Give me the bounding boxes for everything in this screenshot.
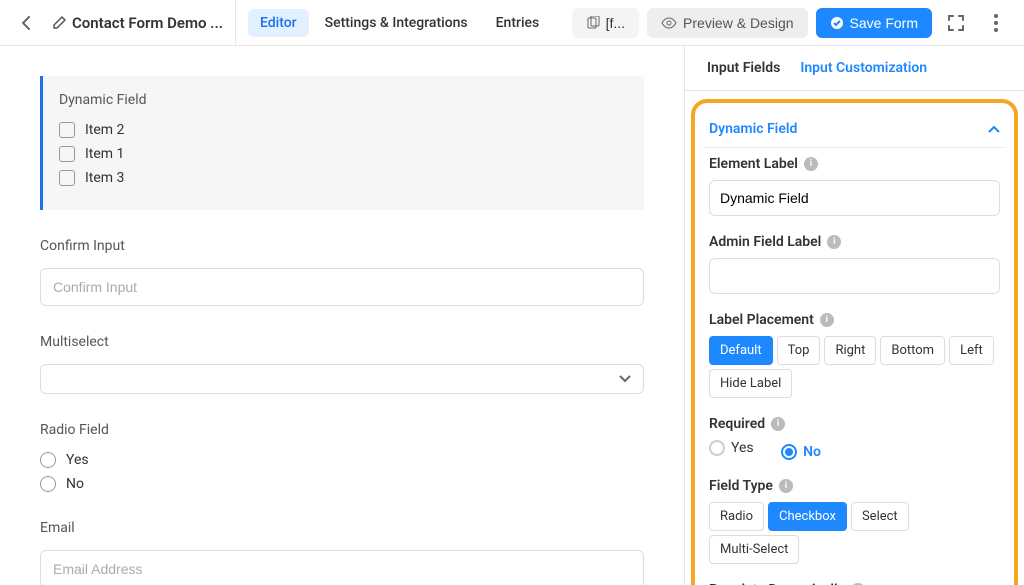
radio-option[interactable]: No bbox=[40, 476, 644, 492]
fieldtype-multiselect[interactable]: Multi-Select bbox=[709, 535, 799, 564]
placement-default[interactable]: Default bbox=[709, 336, 773, 365]
panel-title: Dynamic Field bbox=[709, 121, 797, 137]
tab-input-fields[interactable]: Input Fields bbox=[697, 46, 790, 90]
text-input[interactable] bbox=[40, 268, 644, 306]
setting-label: Field Type bbox=[709, 478, 773, 494]
expand-button[interactable] bbox=[940, 7, 972, 39]
preview-button[interactable]: Preview & Design bbox=[647, 8, 808, 38]
back-button[interactable] bbox=[12, 9, 40, 37]
more-vertical-icon bbox=[994, 14, 998, 32]
required-yes[interactable]: Yes bbox=[709, 440, 754, 456]
field-label: Confirm Input bbox=[40, 238, 644, 254]
panel-header[interactable]: Dynamic Field bbox=[703, 111, 1006, 147]
setting-label: Label Placement bbox=[709, 312, 814, 328]
fieldtype-checkbox[interactable]: Checkbox bbox=[768, 502, 847, 531]
tab-settings[interactable]: Settings & Integrations bbox=[313, 9, 480, 37]
field-multiselect[interactable]: Multiselect bbox=[40, 334, 644, 394]
email-input[interactable] bbox=[40, 550, 644, 585]
copy-icon bbox=[586, 16, 600, 30]
form-canvas: Dynamic Field Item 2 Item 1 Item 3 Confi… bbox=[0, 46, 684, 585]
form-title-wrap: Contact Form Demo ... bbox=[40, 0, 236, 46]
more-button[interactable] bbox=[980, 7, 1012, 39]
placement-hide[interactable]: Hide Label bbox=[709, 369, 792, 398]
element-label-input[interactable] bbox=[709, 180, 1000, 216]
radio-option[interactable]: Yes bbox=[40, 452, 644, 468]
placement-left[interactable]: Left bbox=[949, 336, 994, 365]
setting-label: Required bbox=[709, 416, 765, 432]
save-button[interactable]: Save Form bbox=[816, 8, 932, 38]
field-confirm-input[interactable]: Confirm Input bbox=[40, 238, 644, 306]
checkbox-option[interactable]: Item 3 bbox=[59, 170, 628, 186]
highlight-box: Dynamic Field Element Label i Admin Field… bbox=[691, 99, 1018, 585]
info-icon[interactable]: i bbox=[827, 235, 841, 249]
tab-entries[interactable]: Entries bbox=[484, 9, 552, 37]
field-email[interactable]: Email bbox=[40, 520, 644, 585]
checkbox-option[interactable]: Item 1 bbox=[59, 146, 628, 162]
info-icon[interactable]: i bbox=[779, 479, 793, 493]
eye-icon bbox=[661, 17, 677, 29]
info-icon[interactable]: i bbox=[820, 313, 834, 327]
field-label: Email bbox=[40, 520, 644, 536]
fieldtype-radio[interactable]: Radio bbox=[709, 502, 764, 531]
setting-label: Element Label bbox=[709, 156, 798, 172]
placement-top[interactable]: Top bbox=[777, 336, 821, 365]
tab-editor[interactable]: Editor bbox=[248, 9, 309, 37]
chevron-down-icon bbox=[619, 375, 631, 383]
check-circle-icon bbox=[830, 16, 844, 30]
shortcode-button[interactable]: [f... bbox=[572, 8, 639, 38]
sidebar: Input Fields Input Customization Dynamic… bbox=[684, 46, 1024, 585]
field-label: Multiselect bbox=[40, 334, 644, 350]
edit-icon bbox=[52, 16, 66, 30]
setting-label: Admin Field Label bbox=[709, 234, 821, 250]
placement-right[interactable]: Right bbox=[824, 336, 876, 365]
placement-bottom[interactable]: Bottom bbox=[880, 336, 945, 365]
field-label: Dynamic Field bbox=[59, 92, 628, 108]
required-no[interactable]: No bbox=[781, 444, 821, 460]
fullscreen-icon bbox=[947, 14, 965, 32]
field-dynamic[interactable]: Dynamic Field Item 2 Item 1 Item 3 bbox=[40, 76, 644, 210]
checkbox-option[interactable]: Item 2 bbox=[59, 122, 628, 138]
form-title[interactable]: Contact Form Demo ... bbox=[72, 14, 223, 32]
info-icon[interactable]: i bbox=[804, 157, 818, 171]
fieldtype-select[interactable]: Select bbox=[851, 502, 909, 531]
field-radio[interactable]: Radio Field Yes No bbox=[40, 422, 644, 492]
info-icon[interactable]: i bbox=[771, 417, 785, 431]
field-label: Radio Field bbox=[40, 422, 644, 438]
multiselect-dropdown[interactable] bbox=[40, 364, 644, 394]
chevron-up-icon bbox=[988, 125, 1000, 133]
admin-label-input[interactable] bbox=[709, 258, 1000, 294]
tab-input-customization[interactable]: Input Customization bbox=[790, 46, 937, 90]
